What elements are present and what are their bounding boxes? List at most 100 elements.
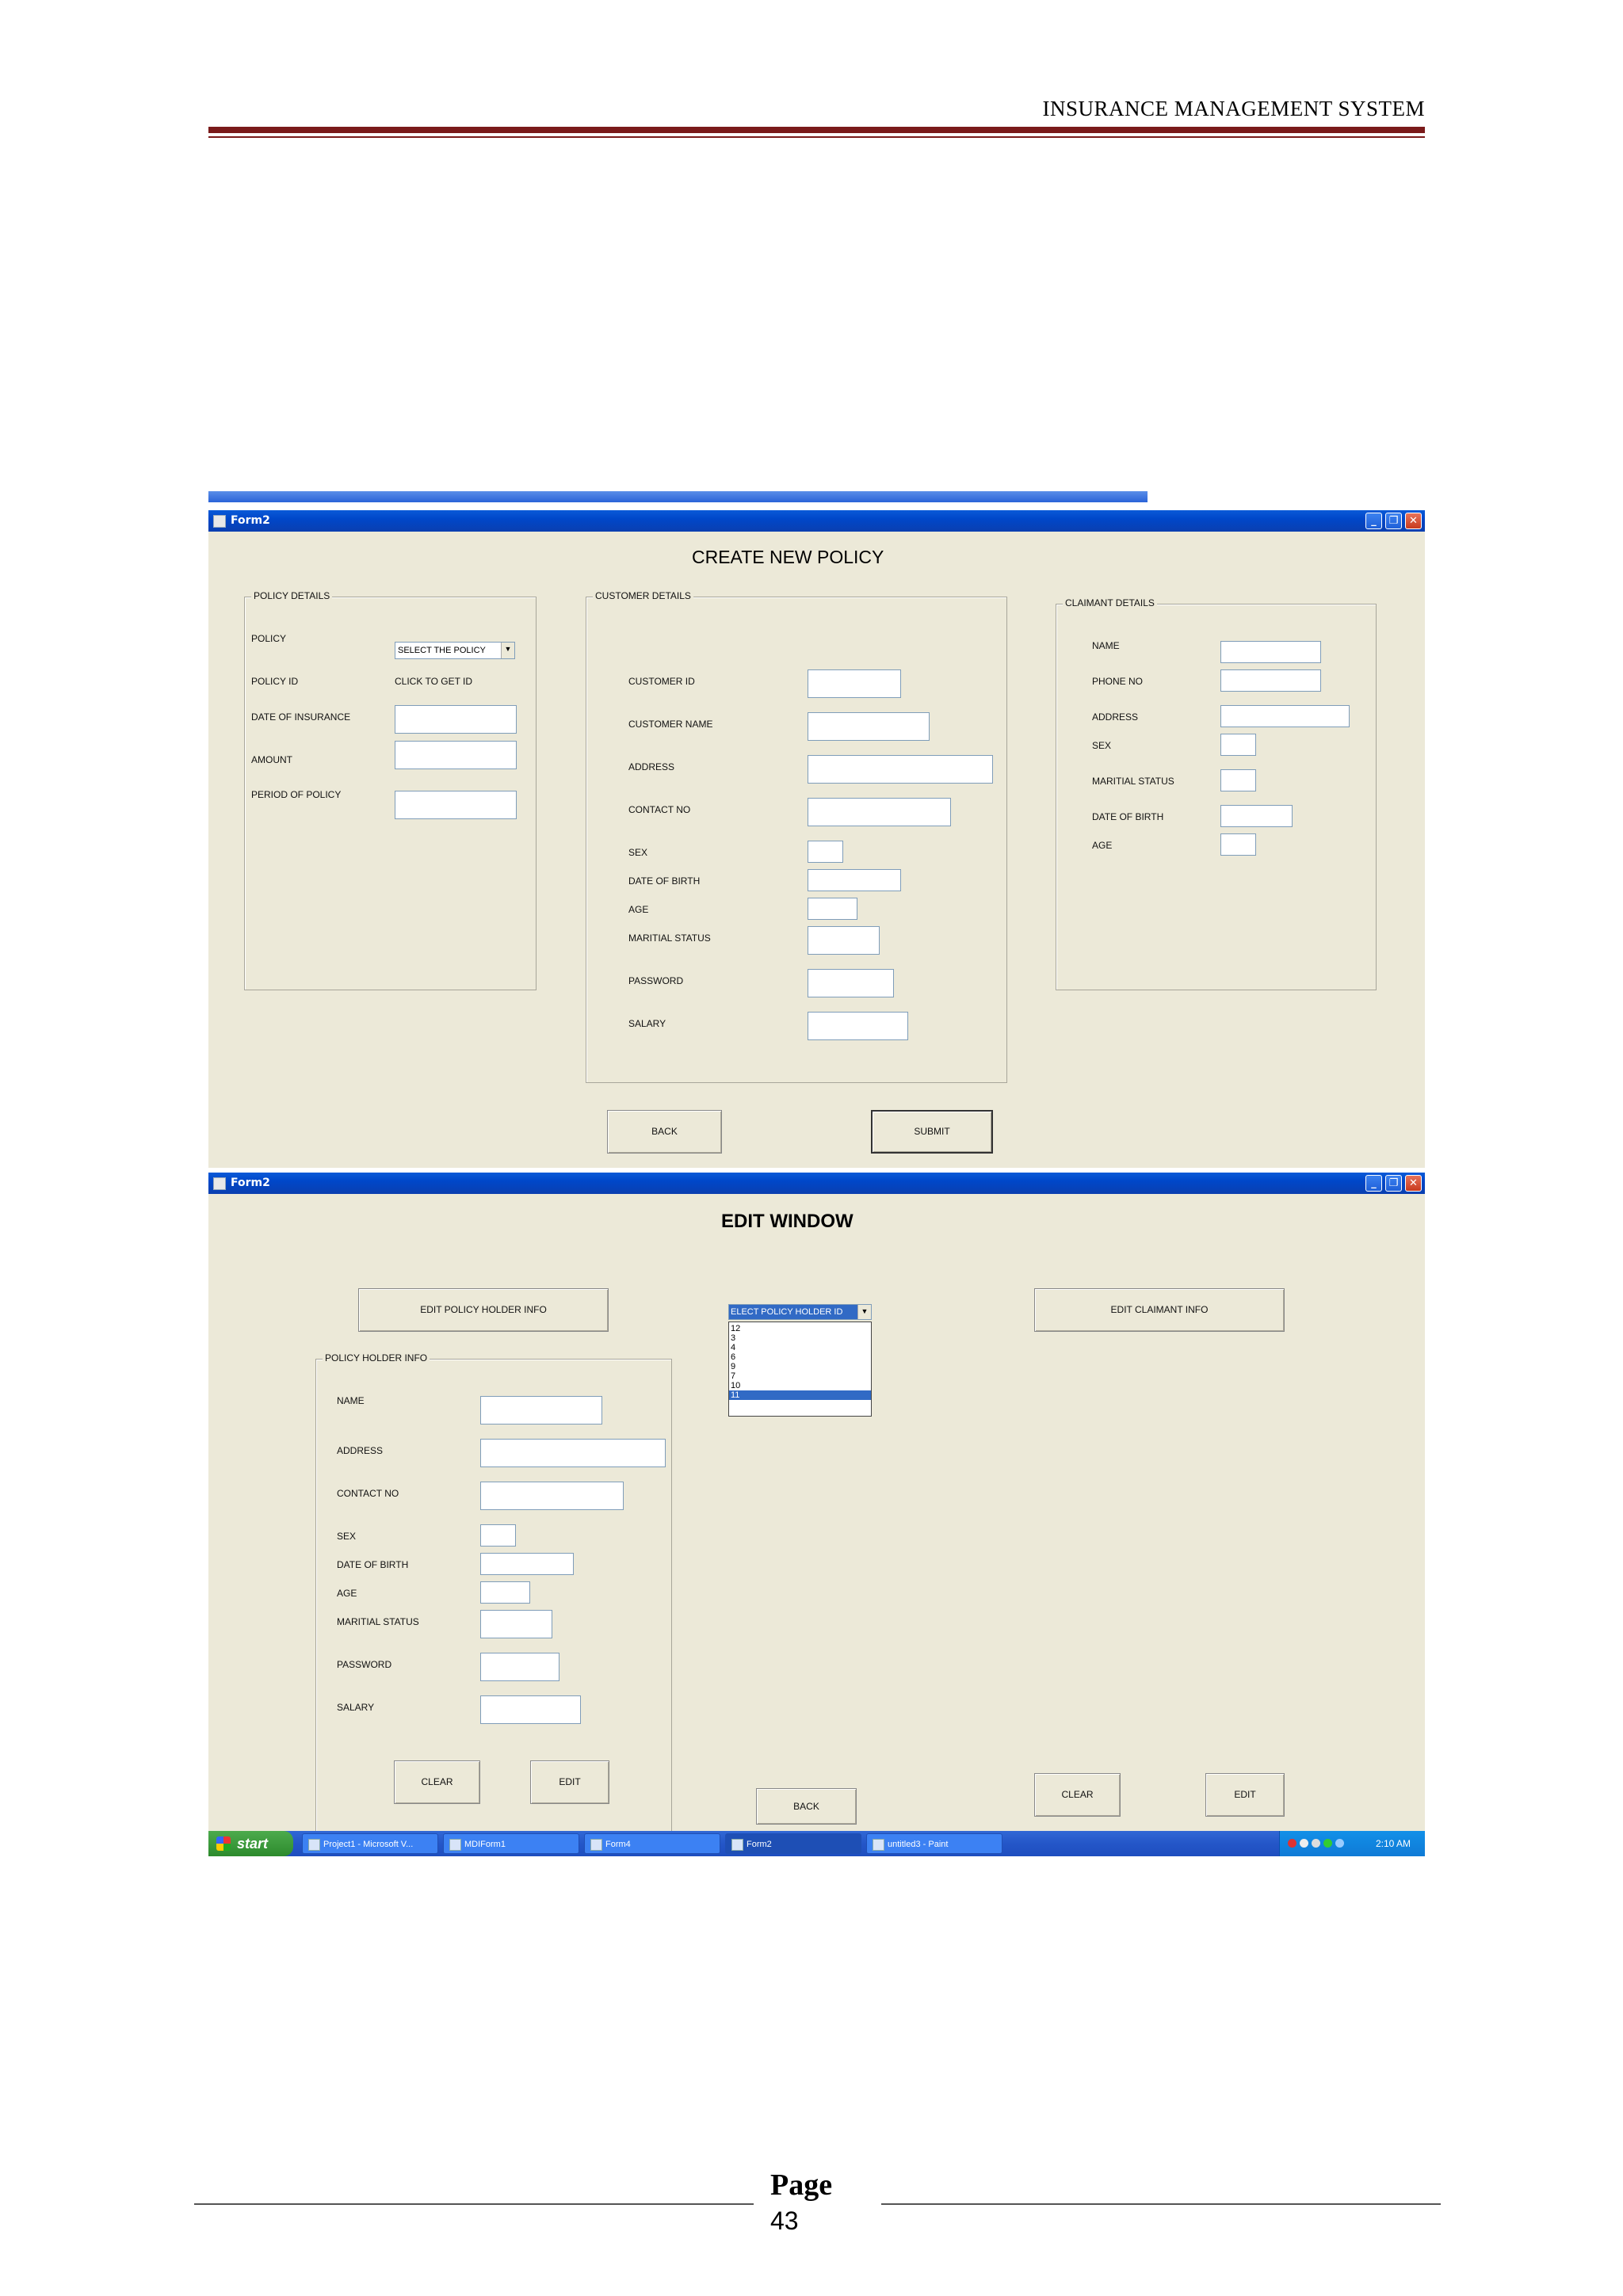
display-icon[interactable] <box>1335 1839 1344 1848</box>
edit-claimant-info-button[interactable]: EDIT CLAIMANT INFO <box>1034 1288 1285 1332</box>
policy-select[interactable]: SELECT THE POLICY ▼ <box>395 642 515 659</box>
customer-dob-label: DATE OF BIRTH <box>628 875 701 887</box>
minimize-icon[interactable]: _ <box>1365 513 1382 529</box>
customer-sex-field[interactable] <box>808 841 843 863</box>
taskbar-item-mdiform1[interactable]: MDIForm1 <box>443 1833 579 1854</box>
close-icon[interactable]: ✕ <box>1405 1175 1422 1192</box>
claimant-name-field[interactable] <box>1220 641 1321 663</box>
customer-details-group: CUSTOMER DETAILS CUSTOMER ID CUSTOMER NA… <box>586 590 1007 1083</box>
claimant-marital-status-label: MARITIAL STATUS <box>1092 776 1174 787</box>
back-button[interactable]: BACK <box>756 1788 857 1825</box>
holder-address-field[interactable] <box>480 1439 666 1467</box>
list-item-selected[interactable]: 11 <box>729 1390 871 1400</box>
edit-window-heading: EDIT WINDOW <box>721 1211 854 1232</box>
claimant-dob-field[interactable] <box>1220 805 1293 827</box>
holder-sex-field[interactable] <box>480 1524 516 1547</box>
holder-marital-status-field[interactable] <box>480 1610 552 1638</box>
list-item[interactable]: 12 <box>729 1324 871 1333</box>
security-icon[interactable] <box>1288 1839 1296 1848</box>
holder-dob-field[interactable] <box>480 1553 574 1575</box>
claimant-marital-status-field[interactable] <box>1220 769 1256 791</box>
footer-page-number: 43 <box>770 2206 799 2235</box>
password-label: PASSWORD <box>628 975 684 986</box>
holder-age-field[interactable] <box>480 1581 530 1604</box>
edit-policy-holder-info-button[interactable]: EDIT POLICY HOLDER INFO <box>358 1288 609 1332</box>
contact-no-label: CONTACT NO <box>628 804 691 815</box>
customer-address-field[interactable] <box>808 755 993 784</box>
edit-window-titlebar[interactable]: Form2 _ ❐ ✕ <box>208 1173 1425 1194</box>
form-app-icon <box>449 1839 461 1851</box>
paint-app-icon <box>873 1839 884 1851</box>
edit-button[interactable]: EDIT <box>1205 1773 1285 1817</box>
clear-button[interactable]: CLEAR <box>1034 1773 1121 1817</box>
customer-marital-status-field[interactable] <box>808 926 880 955</box>
footer-rule-left <box>194 2203 754 2205</box>
claimant-address-field[interactable] <box>1220 705 1350 727</box>
policy-label: POLICY <box>251 633 287 644</box>
customer-name-label: CUSTOMER NAME <box>628 719 713 730</box>
holder-password-label: PASSWORD <box>337 1659 392 1670</box>
customer-id-label: CUSTOMER ID <box>628 676 695 687</box>
form-app-icon <box>213 515 226 528</box>
policy-holder-id-list[interactable]: 12 3 4 6 9 7 10 11 <box>728 1322 872 1417</box>
update-icon[interactable] <box>1323 1839 1332 1848</box>
create-policy-heading: CREATE NEW POLICY <box>692 547 884 567</box>
taskbar-item-project1[interactable]: Project1 - Microsoft V... <box>302 1833 438 1854</box>
form-app-icon <box>590 1839 602 1851</box>
task-label: Project1 - Microsoft V... <box>323 1840 414 1849</box>
back-button[interactable]: BACK <box>607 1110 722 1154</box>
policy-holder-id-select[interactable]: ELECT POLICY HOLDER ID ▼ <box>728 1304 872 1320</box>
start-button[interactable]: start <box>208 1831 293 1856</box>
header-rule-thick <box>208 127 1425 133</box>
contact-no-field[interactable] <box>808 798 951 826</box>
claimant-address-label: ADDRESS <box>1092 711 1139 723</box>
policy-select-value: SELECT THE POLICY <box>398 646 486 655</box>
customer-age-field[interactable] <box>808 898 857 920</box>
policy-details-caption: POLICY DETAILS <box>251 590 333 601</box>
submit-button[interactable]: SUBMIT <box>871 1110 993 1154</box>
chevron-down-icon[interactable]: ▼ <box>857 1305 871 1319</box>
holder-password-field[interactable] <box>480 1653 559 1681</box>
policy-id-value[interactable]: CLICK TO GET ID <box>395 676 472 687</box>
holder-age-label: AGE <box>337 1588 357 1599</box>
policy-holder-info-group: POLICY HOLDER INFO NAME ADDRESS CONTACT … <box>315 1352 672 1833</box>
minimize-icon[interactable]: _ <box>1365 1175 1382 1192</box>
chevron-down-icon[interactable]: ▼ <box>501 643 514 658</box>
holder-salary-field[interactable] <box>480 1695 581 1724</box>
task-label: MDIForm1 <box>464 1840 506 1849</box>
holder-name-field[interactable] <box>480 1396 602 1425</box>
taskbar-item-form4[interactable]: Form4 <box>584 1833 720 1854</box>
password-field[interactable] <box>808 969 894 997</box>
taskbar-item-form2[interactable]: Form2 <box>725 1833 861 1854</box>
customer-dob-field[interactable] <box>808 869 901 891</box>
holder-name-label: NAME <box>337 1395 365 1406</box>
customer-name-field[interactable] <box>808 712 930 741</box>
period-of-policy-field[interactable] <box>395 791 517 819</box>
list-item[interactable]: 10 <box>729 1381 871 1390</box>
amount-field[interactable] <box>395 741 517 769</box>
restore-icon[interactable]: ❐ <box>1385 1175 1402 1192</box>
document-header-title: INSURANCE MANAGEMENT SYSTEM <box>1042 97 1425 120</box>
claimant-dob-label: DATE OF BIRTH <box>1092 811 1164 822</box>
claimant-age-field[interactable] <box>1220 833 1256 856</box>
close-icon[interactable]: ✕ <box>1405 513 1422 529</box>
restore-icon[interactable]: ❐ <box>1385 513 1402 529</box>
salary-field[interactable] <box>808 1012 908 1040</box>
list-item[interactable]: 4 <box>729 1343 871 1352</box>
volume-icon[interactable] <box>1312 1839 1320 1848</box>
list-item[interactable]: 9 <box>729 1362 871 1371</box>
customer-id-field[interactable] <box>808 669 901 698</box>
phone-no-field[interactable] <box>1220 669 1321 692</box>
holder-contact-no-field[interactable] <box>480 1482 624 1510</box>
create-window-titlebar[interactable]: Form2 _ ❐ ✕ <box>208 510 1425 532</box>
date-of-insurance-field[interactable] <box>395 705 517 734</box>
claimant-sex-field[interactable] <box>1220 734 1256 756</box>
network-icon[interactable] <box>1300 1839 1308 1848</box>
list-item[interactable]: 7 <box>729 1371 871 1381</box>
policy-holder-id-select-value: ELECT POLICY HOLDER ID <box>731 1307 843 1317</box>
list-item[interactable]: 6 <box>729 1352 871 1362</box>
edit-button[interactable]: EDIT <box>530 1760 609 1804</box>
clear-button[interactable]: CLEAR <box>394 1760 480 1804</box>
list-item[interactable]: 3 <box>729 1333 871 1343</box>
taskbar-item-paint[interactable]: untitled3 - Paint <box>866 1833 1002 1854</box>
